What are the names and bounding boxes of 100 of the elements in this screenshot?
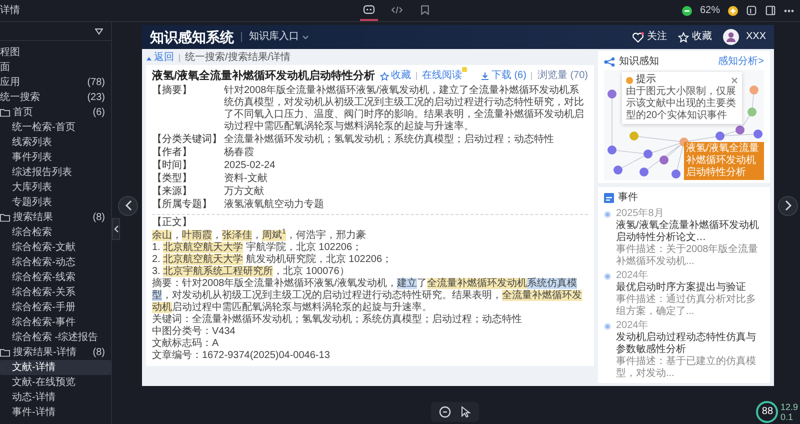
graph-node[interactable] xyxy=(608,146,616,154)
timeline-dot-icon xyxy=(604,211,611,218)
field-label: 【所属专题】 xyxy=(152,199,213,211)
analysis-link[interactable]: 感知分析> xyxy=(718,56,764,68)
graph-node[interactable] xyxy=(640,168,648,176)
view-count: 浏览量 (70) xyxy=(537,70,588,82)
field-label: 【时间】 xyxy=(152,160,193,172)
sidebar-item[interactable]: 文献-详情 xyxy=(0,360,111,375)
sidebar-item[interactable]: 动态-详情 xyxy=(0,390,111,405)
item-count: (8) xyxy=(92,346,105,358)
user-name: XXX xyxy=(746,31,766,43)
app-logo-text: 知识感知系统 xyxy=(150,31,234,43)
window-icon[interactable] xyxy=(746,5,757,16)
graph-node[interactable] xyxy=(672,170,680,178)
sidebar-item[interactable]: 事件列表 xyxy=(0,150,111,165)
sidebar-item[interactable]: 应用 (78) xyxy=(0,75,111,90)
sidebar-item[interactable]: 搜索结果-详情 (8) xyxy=(0,345,111,360)
sidebar-item[interactable]: 专题列表 xyxy=(0,195,111,210)
sidebar-item[interactable]: 文献-在线预览 xyxy=(0,375,111,390)
close-icon[interactable] xyxy=(731,76,738,84)
graph-node[interactable] xyxy=(608,90,616,98)
event-title[interactable]: 液氢/液氧全流量补燃循环发动机启动特性分析论文… xyxy=(616,220,764,244)
article-title: 液氢/液氧全流量补燃循环发动机启动特性分析 xyxy=(152,70,376,82)
body-paragraph: 中图分类号：V434 xyxy=(152,326,236,338)
sidebar-item[interactable]: 程图 xyxy=(0,45,111,60)
event-title[interactable]: 最优启动时序方案提出与验证 xyxy=(616,282,764,294)
section-label: 【正文】 xyxy=(152,217,193,229)
sidebar-item[interactable]: 统一检索-首页 xyxy=(0,120,111,135)
event-description: 事件描述：通过仿真分析对比多组方案，确定了... xyxy=(616,294,757,318)
star-icon xyxy=(380,72,390,80)
minus-circle-icon[interactable] xyxy=(682,6,692,16)
graph-node[interactable] xyxy=(660,156,668,164)
sidebar-item[interactable]: 综合检索 -综述报告 xyxy=(0,330,111,345)
plus-circle-icon[interactable] xyxy=(728,6,738,16)
dropdown-icon[interactable] xyxy=(95,28,103,34)
breadcrumb-path: 统一搜索/搜索结果/详情 xyxy=(185,52,291,64)
zoom-level: 62% xyxy=(700,4,720,16)
performance-gauge[interactable]: 88 xyxy=(756,401,778,423)
sidebar-item[interactable]: 综合检索 xyxy=(0,225,111,240)
folder-icon xyxy=(0,213,10,222)
previous-button[interactable] xyxy=(118,196,138,216)
code-icon xyxy=(391,4,403,14)
graph-node[interactable] xyxy=(754,130,762,138)
sidebar-item[interactable]: 搜索结果 (8) xyxy=(0,210,111,225)
folder-icon xyxy=(0,108,10,117)
next-button[interactable] xyxy=(778,196,798,216)
sidebar-item[interactable]: 事件-详情 xyxy=(0,405,111,420)
field-value: 杨春霞 xyxy=(224,147,255,159)
event-date: 2025年8月 xyxy=(616,208,665,220)
nav-dropdown[interactable]: 知识库入口 xyxy=(249,31,309,43)
item-count: (78) xyxy=(87,76,105,88)
share-nodes-icon xyxy=(604,57,615,67)
tooltip-text: 由于图元大小限制，仅展示该文献中出现的主要类型的20个实体知识事件 xyxy=(626,86,737,122)
sidebar-item[interactable]: 综合检索-文献 xyxy=(0,240,111,255)
sidebar-item[interactable]: 综合检索-事件 xyxy=(0,315,111,330)
field-value: 针对2008年版全流量补燃循环液氢/液氧发动机，建立了全流量补燃循环发动机系统仿真模型，对发动机从初级工况到主级工况的启动过程进行动态特性研究，对比了不同氧入口压力、温度、阀门时序的影响。结果表明，全流量补燃循环发动机启动过程中需匹配氧涡轮泵与燃料涡轮泵的起旋与升速率。 xyxy=(224,85,585,133)
folder-icon xyxy=(0,348,10,357)
heart-icon xyxy=(632,32,644,42)
event-date: 2024年 xyxy=(616,320,650,332)
timeline-dot-icon xyxy=(604,323,611,330)
panel-icon[interactable] xyxy=(765,5,776,16)
event-title[interactable]: 发动机启动过程动态特性仿真与参数敏感性分析 xyxy=(616,332,764,356)
field-label: 【来源】 xyxy=(152,186,193,198)
field-label: 【分类关键词】 xyxy=(152,134,223,146)
sidebar-item[interactable]: 大库列表 xyxy=(0,180,111,195)
panel-title: 事件 xyxy=(618,192,638,204)
more-icon[interactable] xyxy=(784,8,794,12)
caret-icon xyxy=(302,34,309,40)
graph-node[interactable] xyxy=(630,132,638,140)
sidebar-item[interactable]: 综合检索-关系 xyxy=(0,285,111,300)
event-description: 事件描述：基于已建立的仿真模型，对发动... xyxy=(616,356,757,380)
sidebar-item[interactable]: 综述报告列表 xyxy=(0,165,111,180)
sidebar-item[interactable]: 统一搜索 (23) xyxy=(0,90,111,105)
graph-node[interactable] xyxy=(736,126,744,134)
sidebar-item[interactable]: 综合检索-动态 xyxy=(0,255,111,270)
graph-node[interactable] xyxy=(716,132,724,140)
sidebar-item[interactable]: 综合检索-手册 xyxy=(0,300,111,315)
read-online-link[interactable]: 在线阅读 xyxy=(422,70,462,82)
timeline-dot-icon xyxy=(604,273,611,280)
cursor-icon[interactable] xyxy=(461,406,471,418)
sidebar-item[interactable]: 线索列表 xyxy=(0,135,111,150)
graph-node[interactable] xyxy=(644,150,652,158)
event-date: 2024年 xyxy=(616,270,650,282)
avatar-icon[interactable] xyxy=(722,29,739,45)
field-value: 资料-文献 xyxy=(224,173,268,185)
graph-node[interactable] xyxy=(748,108,756,116)
back-link[interactable]: 返回 xyxy=(146,52,174,64)
favorite-link[interactable]: 收藏 xyxy=(380,70,412,82)
follow-button[interactable]: 关注 xyxy=(632,31,667,43)
download-link[interactable]: 下载 (6) xyxy=(481,70,526,82)
sidebar-item[interactable]: 综合检索-线索 xyxy=(0,270,111,285)
graph-node[interactable] xyxy=(614,166,622,174)
body-paragraph: 文献标志码：A xyxy=(152,338,220,350)
sidebar-item[interactable]: 首页 (6) xyxy=(0,105,111,120)
sidebar-item[interactable]: 面 xyxy=(0,60,111,75)
favorite-button[interactable]: 收藏 xyxy=(678,31,712,43)
collapse-button[interactable] xyxy=(112,218,120,240)
graph-node[interactable] xyxy=(750,86,758,94)
body-paragraph: 关键词：全流量补燃循环发动机；氢氧发动机；系统仿真模型；启动过程；动态特性 xyxy=(152,314,523,326)
field-value: 万方文献 xyxy=(224,186,265,198)
